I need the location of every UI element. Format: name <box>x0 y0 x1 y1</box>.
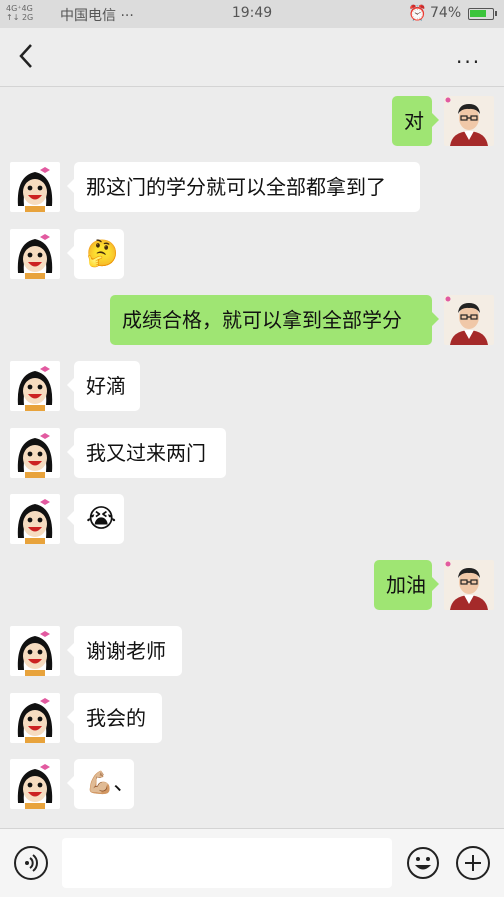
chat-header: ··· <box>0 28 504 87</box>
message-row: 💪🏼、 <box>0 759 504 811</box>
battery-percent: 74% <box>430 5 462 21</box>
received-message-bubble[interactable]: 💪🏼、 <box>67 759 135 809</box>
contact-avatar[interactable] <box>10 162 60 213</box>
message-row: 我会的 <box>0 692 504 745</box>
status-bar: 4G⁺4G ↑↓ 2G 中国电信 ··· 19:49 ⏰ 74% <box>0 0 504 28</box>
contact-avatar[interactable] <box>10 759 60 809</box>
emoji-icon[interactable] <box>406 846 440 880</box>
my-avatar[interactable] <box>444 294 494 345</box>
received-message-bubble[interactable]: 谢谢老师 <box>67 626 182 677</box>
message-row: 成绩合格，就可以拿到全部学分 <box>0 294 504 347</box>
message-row: 对 <box>0 96 504 148</box>
received-message-bubble[interactable]: 我又过来两门 <box>67 427 226 478</box>
voice-icon[interactable] <box>14 846 48 880</box>
message-row: 😭 <box>0 493 504 546</box>
battery-icon <box>468 8 497 20</box>
contact-avatar[interactable] <box>10 626 60 677</box>
message-row: 加油 <box>0 560 504 612</box>
input-bar <box>0 828 504 897</box>
message-row: 谢谢老师 <box>0 626 504 678</box>
chat-title <box>52 44 322 68</box>
contact-avatar[interactable] <box>10 493 60 544</box>
message-input[interactable] <box>62 838 392 888</box>
received-message-bubble[interactable]: 🤔 <box>67 228 124 279</box>
message-row: 好滴 <box>0 361 504 413</box>
sent-message-bubble[interactable]: 对 <box>392 96 439 146</box>
contact-avatar[interactable] <box>10 692 60 743</box>
sent-message-bubble[interactable]: 加油 <box>374 560 439 611</box>
alarm-icon: ⏰ <box>408 4 427 22</box>
message-row: 我又过来两门 <box>0 427 504 480</box>
status-time: 19:49 <box>231 5 273 21</box>
contact-avatar[interactable] <box>10 361 60 412</box>
sent-message-bubble[interactable]: 成绩合格，就可以拿到全部学分 <box>110 294 439 345</box>
message-row: 那这门的学分就可以全部都拿到了 <box>0 162 504 214</box>
received-message-bubble[interactable]: 好滴 <box>67 361 140 412</box>
more-dots-icon[interactable]: ··· <box>456 50 481 74</box>
received-message-bubble[interactable]: 我会的 <box>67 692 162 743</box>
plus-icon[interactable] <box>456 846 490 880</box>
my-avatar[interactable] <box>444 96 494 146</box>
received-message-bubble[interactable]: 那这门的学分就可以全部都拿到了 <box>67 162 420 213</box>
message-row: 🤔 <box>0 228 504 281</box>
contact-avatar[interactable] <box>10 228 60 279</box>
received-message-bubble[interactable]: 😭 <box>67 493 124 544</box>
contact-avatar[interactable] <box>10 427 60 478</box>
my-avatar[interactable] <box>444 560 494 611</box>
back-arrow-icon[interactable] <box>14 41 40 71</box>
